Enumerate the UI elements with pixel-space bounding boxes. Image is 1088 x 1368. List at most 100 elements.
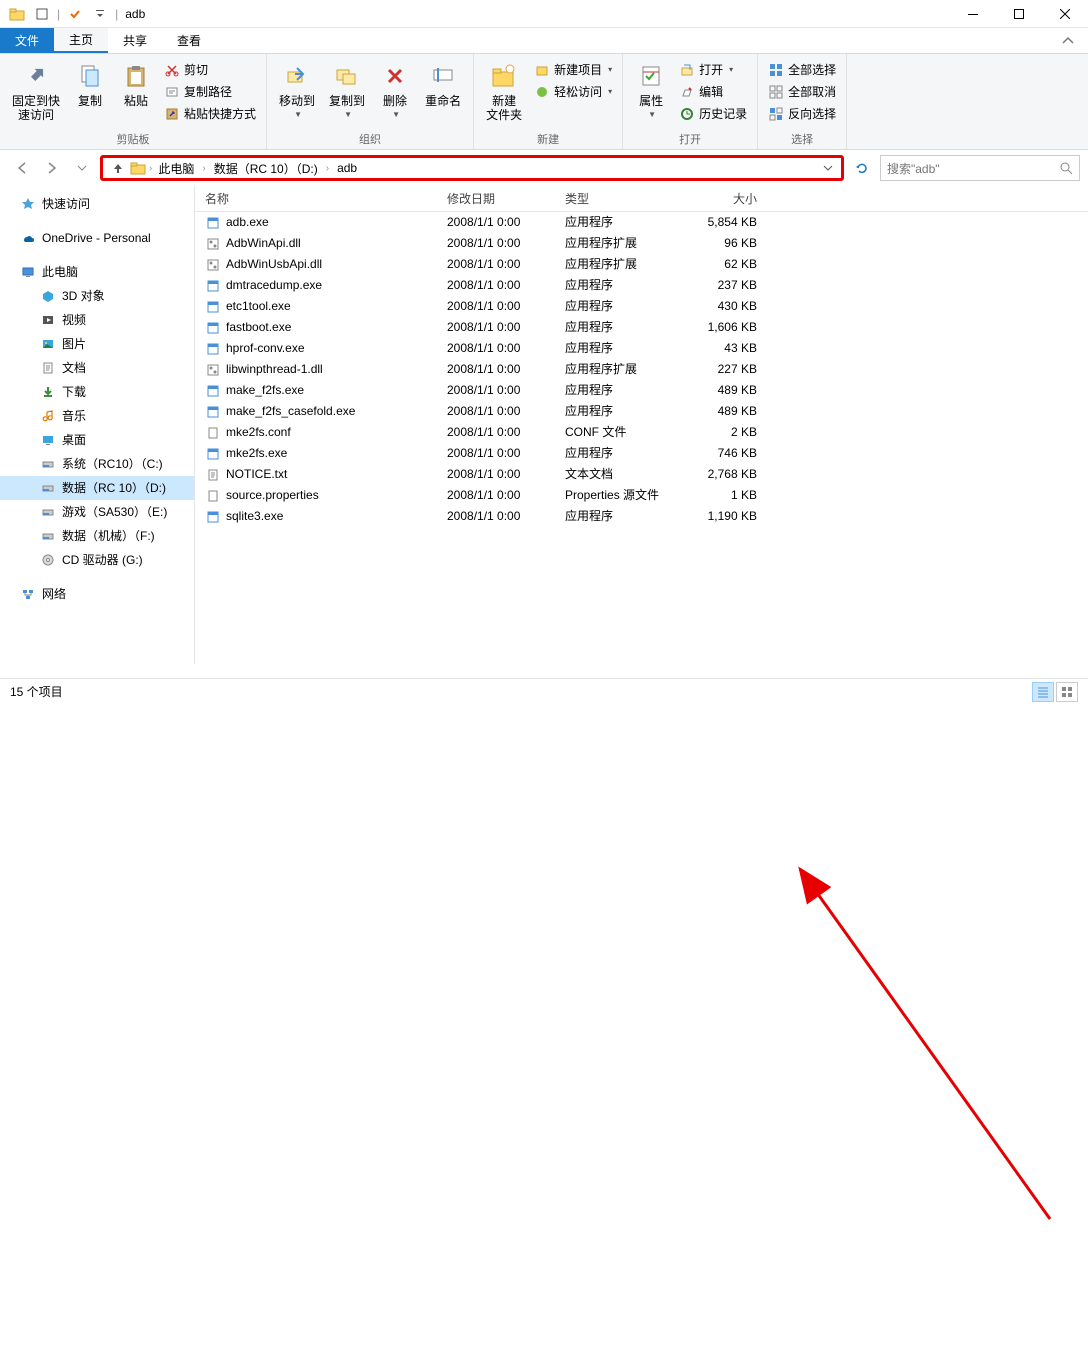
column-type[interactable]: 类型 [565,190,687,207]
address-bar[interactable]: › 此电脑›数据（RC 10）（D:)›adb [100,155,844,181]
file-row[interactable]: NOTICE.txt2008/1/1 0:00文本文档2,768 KB [195,464,1088,485]
nav-downloads[interactable]: 下载 [0,380,194,404]
view-large-button[interactable] [1056,682,1078,702]
nav-network[interactable]: 网络 [0,582,194,606]
nav-videos[interactable]: 视频 [0,308,194,332]
nav-sysdrive[interactable]: 系统（RC10）（C:) [0,452,194,476]
file-name: hprof-conv.exe [226,338,305,359]
file-date: 2008/1/1 0:00 [447,464,565,485]
file-icon [205,320,221,336]
breadcrumb-3[interactable]: adb [333,161,361,175]
ribbon-group-clipboard: 固定到快 速访问 复制 粘贴 剪切 复制路径 粘贴快捷方式 剪贴板 [0,54,267,149]
title-bar: | | adb [0,0,1088,28]
pasteshortcut-button[interactable]: 粘贴快捷方式 [160,104,260,124]
file-icon [205,278,221,294]
file-row[interactable]: mke2fs.exe2008/1/1 0:00应用程序746 KB [195,443,1088,464]
search-input[interactable]: 搜索"adb" [880,155,1080,181]
paste-button[interactable]: 粘贴 [114,58,158,110]
tab-view[interactable]: 查看 [162,28,216,53]
nav-onedrive[interactable]: OneDrive - Personal [0,226,194,250]
open-button[interactable]: 打开▾ [675,60,751,80]
main-area: 快速访问 OneDrive - Personal 此电脑 3D 对象 视频 图片… [0,186,1088,664]
file-row[interactable]: libwinpthread-1.dll2008/1/1 0:00应用程序扩展22… [195,359,1088,380]
address-dropdown[interactable] [823,163,837,173]
file-row[interactable]: adb.exe2008/1/1 0:00应用程序5,854 KB [195,212,1088,233]
nav-gamedrive[interactable]: 游戏（SA530）（E:) [0,500,194,524]
recent-dropdown[interactable] [70,156,94,180]
status-bar: 15 个项目 [0,678,1088,704]
nav-thispc[interactable]: 此电脑 [0,260,194,284]
breadcrumb-1[interactable]: 此电脑 [154,160,198,177]
minimize-button[interactable] [950,0,996,28]
selectall-button[interactable]: 全部选择 [764,60,840,80]
qat-button-2[interactable] [64,3,86,25]
tab-file[interactable]: 文件 [0,28,54,53]
pin-button[interactable]: 固定到快 速访问 [6,58,66,124]
nav-desktop[interactable]: 桌面 [0,428,194,452]
column-modified[interactable]: 修改日期 [447,190,565,207]
qat-dropdown[interactable] [89,3,111,25]
collapse-ribbon-button[interactable] [1048,28,1088,53]
column-name[interactable]: 名称 [195,190,447,207]
newitem-button[interactable]: 新建项目▾ [530,60,616,80]
tab-home[interactable]: 主页 [54,28,108,53]
nav-pane: 快速访问 OneDrive - Personal 此电脑 3D 对象 视频 图片… [0,186,195,664]
ribbon-label-clipboard: 剪贴板 [6,130,260,147]
file-type: 应用程序扩展 [565,233,687,254]
properties-button[interactable]: 属性▼ [629,58,673,124]
file-row[interactable]: AdbWinApi.dll2008/1/1 0:00应用程序扩展96 KB [195,233,1088,254]
view-details-button[interactable] [1032,682,1054,702]
history-button[interactable]: 历史记录 [675,104,751,124]
refresh-button[interactable] [850,156,874,180]
qat-button-1[interactable] [31,3,53,25]
file-date: 2008/1/1 0:00 [447,359,565,380]
file-row[interactable]: dmtracedump.exe2008/1/1 0:00应用程序237 KB [195,275,1088,296]
selectnone-button[interactable]: 全部取消 [764,82,840,102]
file-row[interactable]: mke2fs.conf2008/1/1 0:00CONF 文件2 KB [195,422,1088,443]
nav-cddrive[interactable]: CD 驱动器 (G:) [0,548,194,572]
column-size[interactable]: 大小 [687,190,767,207]
copypath-button[interactable]: 复制路径 [160,82,260,102]
nav-datadrive[interactable]: 数据（RC 10）（D:) [0,476,194,500]
file-row[interactable]: make_f2fs.exe2008/1/1 0:00应用程序489 KB [195,380,1088,401]
breadcrumb-2[interactable]: 数据（RC 10）（D:) [210,160,322,177]
back-button[interactable] [10,156,34,180]
copyto-button[interactable]: 复制到▼ [323,58,371,124]
file-date: 2008/1/1 0:00 [447,296,565,317]
file-icon [205,383,221,399]
easyaccess-button[interactable]: 轻松访问▾ [530,82,616,102]
file-row[interactable]: hprof-conv.exe2008/1/1 0:00应用程序43 KB [195,338,1088,359]
file-row[interactable]: sqlite3.exe2008/1/1 0:00应用程序1,190 KB [195,506,1088,527]
rename-button[interactable]: 重命名 [419,58,467,110]
nav-music[interactable]: 音乐 [0,404,194,428]
close-button[interactable] [1042,0,1088,28]
file-type: 文本文档 [565,464,687,485]
file-type: Properties 源文件 [565,485,687,506]
file-row[interactable]: fastboot.exe2008/1/1 0:00应用程序1,606 KB [195,317,1088,338]
nav-documents[interactable]: 文档 [0,356,194,380]
edit-button[interactable]: 编辑 [675,82,751,102]
file-row[interactable]: source.properties2008/1/1 0:00Properties… [195,485,1088,506]
invertsel-button[interactable]: 反向选择 [764,104,840,124]
file-icon [205,404,221,420]
file-row[interactable]: make_f2fs_casefold.exe2008/1/1 0:00应用程序4… [195,401,1088,422]
nav-3dobjects[interactable]: 3D 对象 [0,284,194,308]
file-row[interactable]: etc1tool.exe2008/1/1 0:00应用程序430 KB [195,296,1088,317]
forward-button[interactable] [40,156,64,180]
moveto-button[interactable]: 移动到▼ [273,58,321,124]
file-list[interactable]: adb.exe2008/1/1 0:00应用程序5,854 KBAdbWinAp… [195,212,1088,664]
delete-button[interactable]: 删除▼ [373,58,417,124]
cut-button[interactable]: 剪切 [160,60,260,80]
nav-mechdrive[interactable]: 数据（机械）（F:) [0,524,194,548]
file-date: 2008/1/1 0:00 [447,275,565,296]
file-row[interactable]: AdbWinUsbApi.dll2008/1/1 0:00应用程序扩展62 KB [195,254,1088,275]
copy-button[interactable]: 复制 [68,58,112,110]
maximize-button[interactable] [996,0,1042,28]
tab-share[interactable]: 共享 [108,28,162,53]
file-icon [205,425,221,441]
nav-quickaccess[interactable]: 快速访问 [0,192,194,216]
newfolder-button[interactable]: 新建 文件夹 [480,58,528,124]
file-icon [205,341,221,357]
nav-pictures[interactable]: 图片 [0,332,194,356]
up-button[interactable] [107,161,129,175]
